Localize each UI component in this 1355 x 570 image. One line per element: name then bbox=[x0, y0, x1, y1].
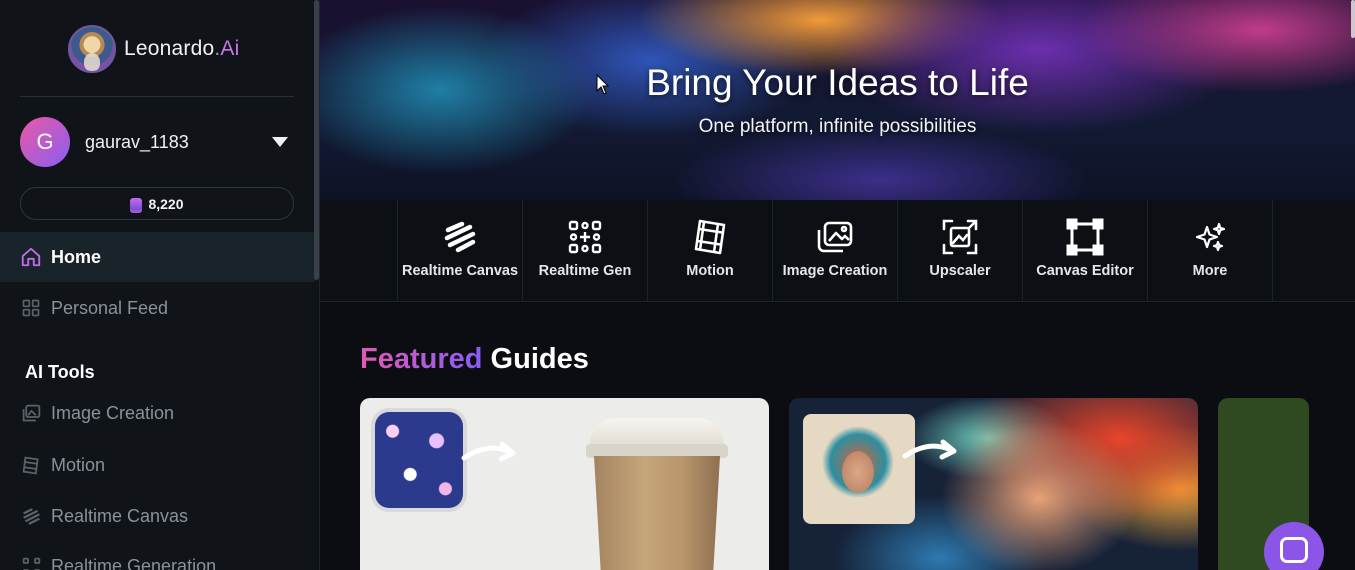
tools-divider bbox=[1272, 200, 1273, 301]
home-icon bbox=[20, 246, 42, 268]
sidebar-item-personal-feed[interactable]: Personal Feed bbox=[0, 283, 315, 333]
images-icon bbox=[816, 218, 854, 256]
brand-name: Leonardo.Ai bbox=[124, 37, 240, 60]
chevron-down-icon[interactable] bbox=[272, 137, 288, 147]
sidebar-item-label: Image Creation bbox=[51, 402, 175, 423]
hero-banner: Bring Your Ideas to Life One platform, i… bbox=[320, 0, 1355, 200]
sidebar-item-realtime-generation[interactable]: Realtime Generation bbox=[0, 541, 315, 570]
images-icon bbox=[20, 402, 42, 424]
sidebar-item-image-creation[interactable]: Image Creation bbox=[0, 388, 315, 438]
chat-icon bbox=[1280, 537, 1308, 563]
token-count: 8,220 bbox=[148, 195, 184, 212]
brand-logo[interactable]: Leonardo.Ai bbox=[68, 25, 239, 73]
sidebar-item-label: Personal Feed bbox=[51, 297, 169, 318]
floral-pattern-image bbox=[375, 412, 463, 508]
tool-motion[interactable]: Motion bbox=[647, 200, 772, 301]
sidebar-item-label: Motion bbox=[51, 454, 106, 475]
guide-card[interactable] bbox=[789, 398, 1198, 570]
grid-icon bbox=[20, 297, 42, 319]
mouse-cursor-icon bbox=[596, 74, 610, 95]
film-icon bbox=[20, 454, 42, 476]
tool-label: Realtime Gen bbox=[538, 263, 632, 279]
tool-realtime-canvas[interactable]: Realtime Canvas bbox=[397, 200, 522, 301]
tool-label: Upscaler bbox=[929, 263, 991, 279]
leonardo-logo-icon bbox=[68, 25, 116, 73]
page-scrollbar[interactable] bbox=[1351, 0, 1355, 38]
chat-support-button[interactable] bbox=[1264, 522, 1324, 570]
reference-portrait-image bbox=[803, 414, 915, 524]
scribble-icon bbox=[441, 218, 479, 256]
coffee-cup-image bbox=[594, 456, 720, 570]
hero-title: Bring Your Ideas to Life bbox=[646, 62, 1029, 103]
tool-more[interactable]: More bbox=[1147, 200, 1272, 301]
sidebar-divider bbox=[20, 96, 294, 97]
scribble-icon bbox=[20, 505, 42, 527]
hero-subtitle: One platform, infinite possibilities bbox=[698, 116, 977, 137]
tool-label: More bbox=[1192, 263, 1228, 279]
sidebar-item-home[interactable]: Home bbox=[0, 232, 315, 282]
arrow-right-icon bbox=[902, 439, 957, 460]
username: gaurav_1183 bbox=[85, 131, 189, 152]
sparkles-icon bbox=[1191, 218, 1229, 256]
tool-realtime-gen[interactable]: Realtime Gen bbox=[522, 200, 647, 301]
avatar: G bbox=[20, 117, 70, 167]
tool-upscaler[interactable]: Upscaler bbox=[897, 200, 1022, 301]
tool-image-creation[interactable]: Image Creation bbox=[772, 200, 897, 301]
token-balance[interactable]: 8,220 bbox=[20, 187, 294, 220]
film-icon bbox=[691, 218, 729, 256]
sidebar-item-label: Home bbox=[51, 246, 102, 267]
tool-label: Motion bbox=[686, 263, 734, 279]
dots-grid-icon bbox=[566, 218, 604, 256]
sidebar-item-motion[interactable]: Motion bbox=[0, 440, 315, 490]
coffee-cup-rim bbox=[586, 444, 728, 458]
sidebar-item-label: Realtime Canvas bbox=[51, 505, 189, 526]
sidebar-item-realtime-canvas[interactable]: Realtime Canvas bbox=[0, 491, 315, 541]
canvas-frame-icon bbox=[1066, 218, 1104, 256]
tool-label: Realtime Canvas bbox=[401, 263, 519, 279]
dots-grid-icon bbox=[20, 555, 42, 570]
section-title-ai-tools: AI Tools bbox=[25, 362, 95, 382]
sidebar-scrollbar[interactable] bbox=[314, 0, 319, 280]
sidebar-item-label: Realtime Generation bbox=[51, 555, 217, 570]
token-coin-icon bbox=[130, 197, 143, 210]
user-menu[interactable]: G gaurav_1183 bbox=[20, 117, 294, 167]
upscale-icon bbox=[941, 218, 979, 256]
section-heading-featured-guides: Featured Guides bbox=[360, 343, 589, 375]
sidebar: Leonardo.Ai G gaurav_1183 8,220 Home Per… bbox=[0, 0, 320, 570]
quick-tools-bar: Realtime Canvas Realtime Gen Motion Imag… bbox=[320, 200, 1355, 302]
tool-label: Canvas Editor bbox=[1036, 263, 1134, 279]
arrow-right-icon bbox=[461, 441, 516, 462]
guide-card[interactable] bbox=[360, 398, 769, 570]
tool-canvas-editor[interactable]: Canvas Editor bbox=[1022, 200, 1147, 301]
tool-label: Image Creation bbox=[782, 263, 888, 279]
